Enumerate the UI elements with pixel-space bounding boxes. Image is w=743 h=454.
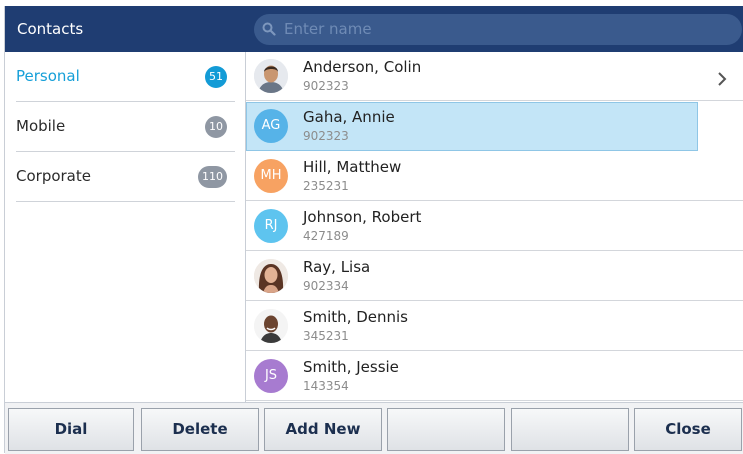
delete-button[interactable]: Delete	[141, 408, 259, 451]
header-bar: Contacts Enter name	[5, 6, 743, 52]
avatar: AG	[254, 109, 288, 143]
category-label: Personal	[16, 67, 80, 85]
list-item[interactable]: Smith, Dennis 345231	[246, 302, 743, 351]
dial-button[interactable]: Dial	[8, 408, 134, 451]
contact-number: 345231	[303, 329, 349, 343]
contact-name: Ray, Lisa	[303, 258, 371, 276]
count-badge: 10	[205, 116, 227, 138]
category-mobile[interactable]: Mobile 10	[16, 102, 235, 152]
contact-name: Gaha, Annie	[303, 108, 395, 126]
search-placeholder: Enter name	[284, 20, 372, 38]
list-item[interactable]: MH Hill, Matthew 235231	[246, 152, 743, 201]
avatar-photo-icon	[254, 59, 288, 93]
contact-number: 427189	[303, 229, 349, 243]
avatar	[254, 309, 288, 343]
avatar	[254, 59, 288, 93]
close-button[interactable]: Close	[634, 408, 742, 451]
avatar-photo-icon	[254, 259, 288, 293]
contacts-screen: Contacts Enter name Personal 51 Mobile 1…	[4, 6, 743, 454]
category-corporate[interactable]: Corporate 110	[16, 152, 235, 202]
chevron-right-icon[interactable]	[715, 69, 729, 89]
empty-softkey-4[interactable]	[387, 408, 505, 451]
list-item[interactable]: AG Gaha, Annie 902323	[246, 102, 698, 151]
avatar: JS	[254, 359, 288, 393]
add-new-button[interactable]: Add New	[264, 408, 382, 451]
contact-number: 902334	[303, 279, 349, 293]
category-label: Corporate	[16, 167, 91, 185]
contact-name: Smith, Jessie	[303, 358, 399, 376]
search-input[interactable]: Enter name	[254, 14, 742, 45]
search-icon	[262, 22, 276, 36]
avatar-photo-icon	[254, 309, 288, 343]
softkey-bar: Dial Delete Add New Close	[5, 402, 743, 454]
avatar: MH	[254, 159, 288, 193]
page-title: Contacts	[17, 20, 84, 38]
contact-name: Smith, Dennis	[303, 308, 408, 326]
contact-name: Hill, Matthew	[303, 158, 402, 176]
contact-number: 143354	[303, 379, 349, 393]
contact-list: Anderson, Colin 902323 AG Gaha, Annie 90…	[246, 52, 743, 402]
contact-name: Johnson, Robert	[303, 208, 422, 226]
list-item[interactable]: JS Smith, Jessie 143354	[246, 352, 743, 401]
category-sidebar: Personal 51 Mobile 10 Corporate 110	[5, 52, 246, 402]
contact-name: Anderson, Colin	[303, 58, 422, 76]
contact-number: 902323	[303, 79, 349, 93]
list-item[interactable]: Ray, Lisa 902334	[246, 252, 743, 301]
contact-number: 902323	[303, 129, 349, 143]
list-item[interactable]: RJ Johnson, Robert 427189	[246, 202, 743, 251]
category-label: Mobile	[16, 117, 66, 135]
empty-softkey-5[interactable]	[511, 408, 629, 451]
count-badge: 51	[205, 66, 227, 88]
avatar	[254, 259, 288, 293]
category-personal[interactable]: Personal 51	[16, 52, 235, 102]
avatar: RJ	[254, 209, 288, 243]
list-item[interactable]: Anderson, Colin 902323	[246, 52, 743, 101]
count-badge: 110	[198, 166, 227, 188]
contact-number: 235231	[303, 179, 349, 193]
